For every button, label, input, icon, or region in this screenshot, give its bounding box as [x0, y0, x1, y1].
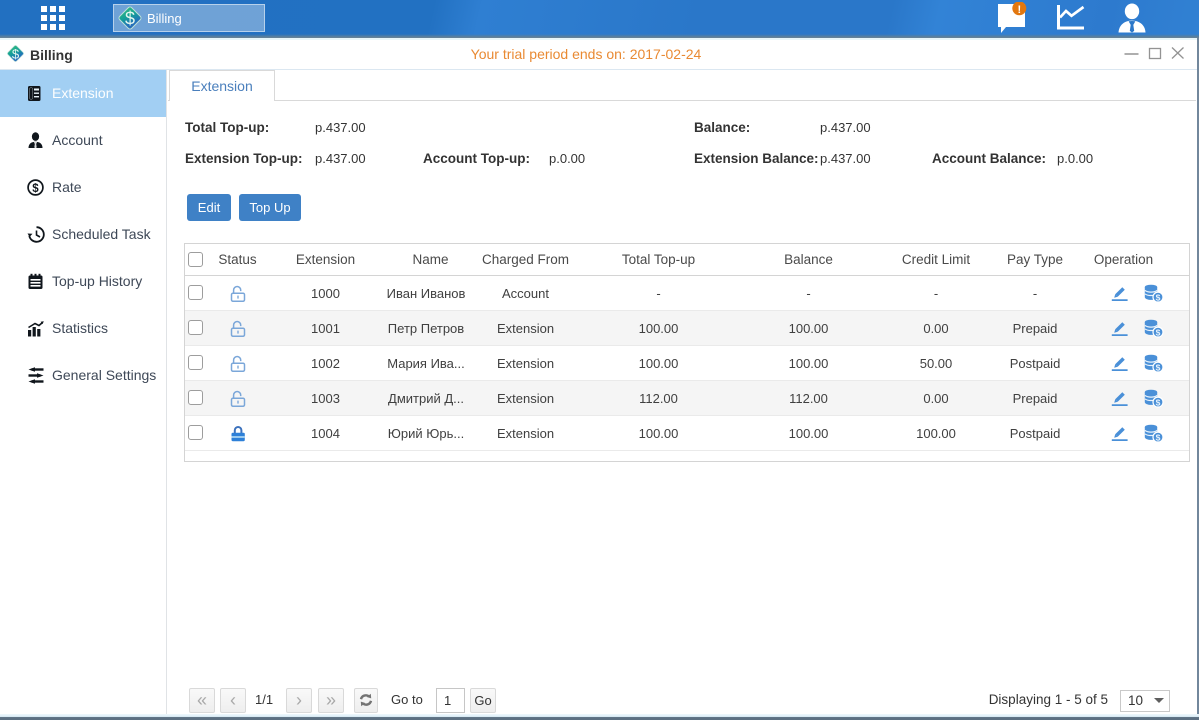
svg-text:$: $	[32, 183, 39, 195]
svg-text:$: $	[12, 46, 20, 61]
svg-text:!: !	[1017, 4, 1021, 16]
svg-text:$: $	[125, 9, 135, 29]
